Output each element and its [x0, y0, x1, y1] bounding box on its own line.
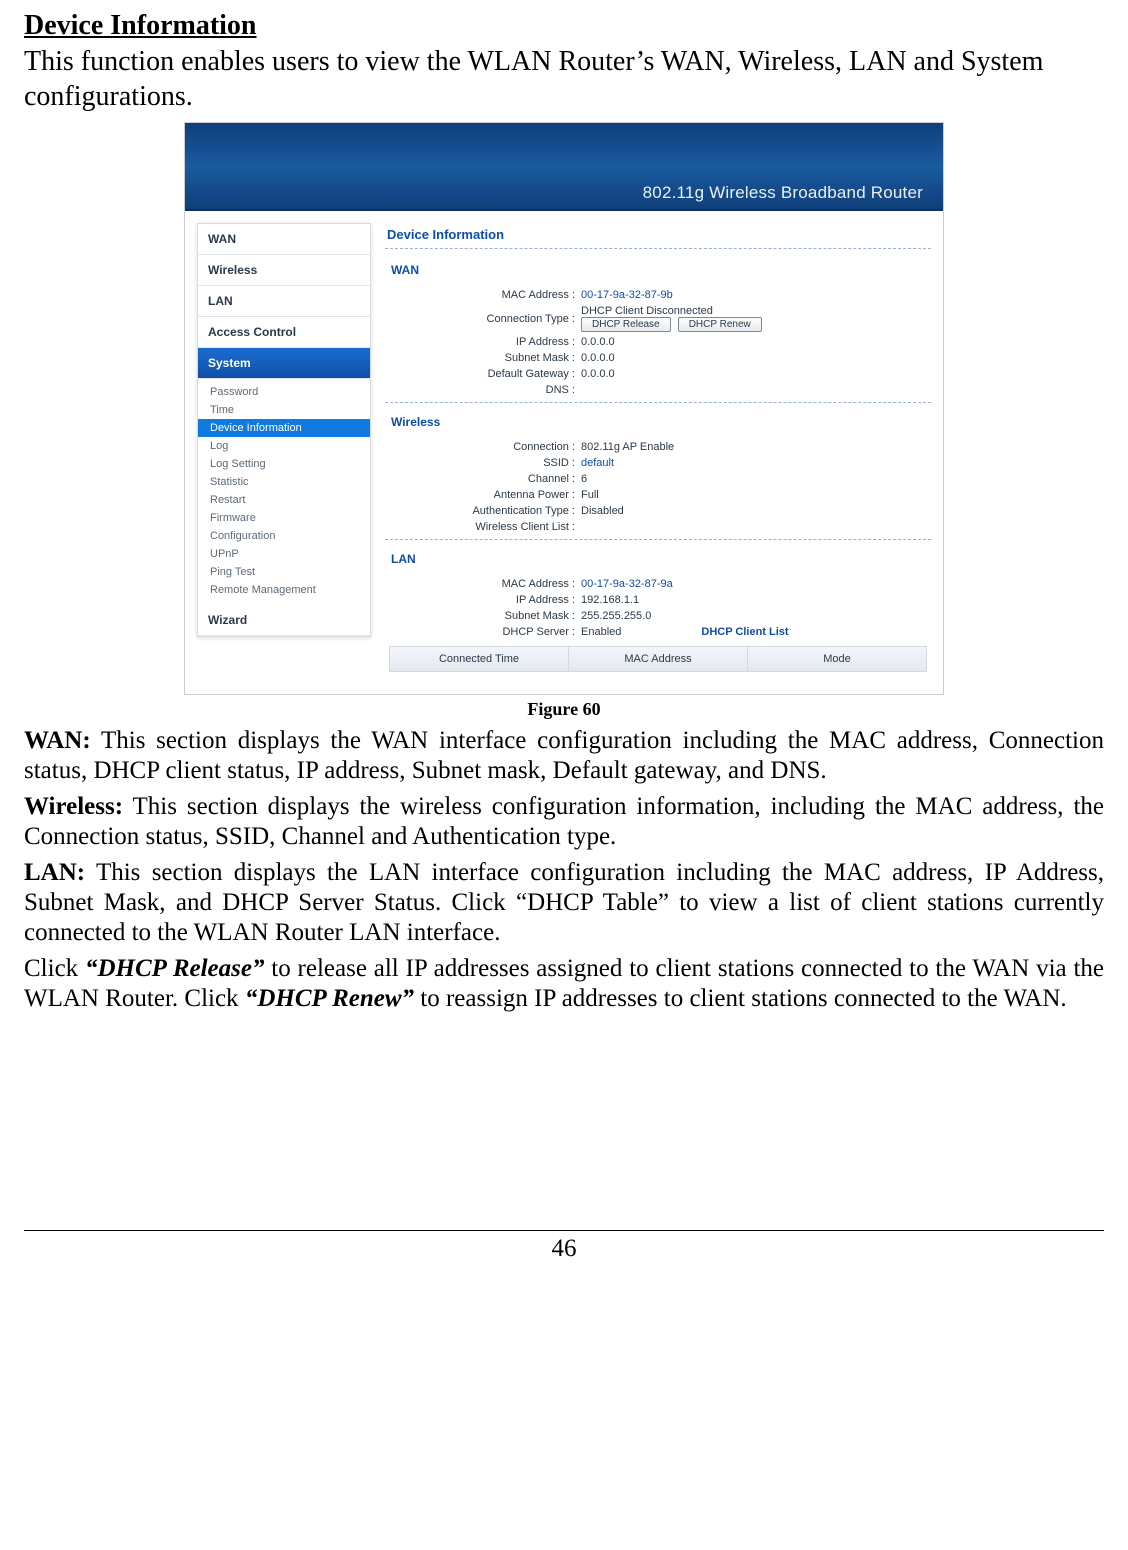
- figure-caption: Figure 60: [24, 699, 1104, 720]
- sub-password[interactable]: Password: [198, 383, 370, 401]
- wl-ant-value: Full: [581, 489, 599, 501]
- wan-ip-label: IP Address :: [385, 336, 581, 348]
- sub-ping-test[interactable]: Ping Test: [198, 563, 370, 581]
- client-table-head: Connected Time MAC Address Mode: [389, 646, 927, 672]
- sub-firmware[interactable]: Firmware: [198, 509, 370, 527]
- lan-mac-label: MAC Address :: [385, 578, 581, 590]
- lan-mask-value: 255.255.255.0: [581, 610, 651, 622]
- wireless-paragraph: Wireless: This section displays the wire…: [24, 792, 1104, 852]
- lan-dhcp-label: DHCP Server :: [385, 626, 581, 638]
- wl-chan-value: 6: [581, 473, 587, 485]
- wl-conn-label: Connection :: [385, 441, 581, 453]
- lan-ip-label: IP Address :: [385, 594, 581, 606]
- wl-ssid-value: default: [581, 457, 614, 469]
- sub-log-setting[interactable]: Log Setting: [198, 455, 370, 473]
- page-number: 46: [0, 1235, 1128, 1263]
- nav-wireless[interactable]: Wireless: [198, 255, 370, 286]
- wl-ssid-label: SSID :: [385, 457, 581, 469]
- banner: 802.11g Wireless Broadband Router: [185, 123, 943, 211]
- divider: [385, 539, 931, 540]
- section-wireless-title: Wireless: [389, 411, 931, 435]
- section-lan-title: LAN: [389, 548, 931, 572]
- wan-paragraph: WAN: This section displays the WAN inter…: [24, 726, 1104, 786]
- sub-statistic[interactable]: Statistic: [198, 473, 370, 491]
- lan-mac-value: 00-17-9a-32-87-9a: [581, 578, 673, 590]
- divider: [385, 402, 931, 403]
- content-title: Device Information: [385, 223, 931, 249]
- sub-upnp[interactable]: UPnP: [198, 545, 370, 563]
- banner-title: 802.11g Wireless Broadband Router: [643, 183, 923, 203]
- col-connected-time: Connected Time: [390, 647, 569, 671]
- section-heading: Device Information: [24, 10, 1104, 42]
- nav-system-sub: Password Time Device Information Log Log…: [198, 379, 370, 605]
- wl-auth-value: Disabled: [581, 505, 624, 517]
- col-mac-address: MAC Address: [569, 647, 748, 671]
- sub-configuration[interactable]: Configuration: [198, 527, 370, 545]
- sub-log[interactable]: Log: [198, 437, 370, 455]
- nav-access-control[interactable]: Access Control: [198, 317, 370, 348]
- wl-conn-value: 802.11g AP Enable: [581, 441, 674, 453]
- wan-mask-value: 0.0.0.0: [581, 352, 615, 364]
- nav-lan[interactable]: LAN: [198, 286, 370, 317]
- wl-clients-label: Wireless Client List :: [385, 521, 581, 533]
- wan-mac-label: MAC Address :: [385, 289, 581, 301]
- lan-mask-label: Subnet Mask :: [385, 610, 581, 622]
- footer-rule: [24, 1230, 1104, 1231]
- wl-auth-label: Authentication Type :: [385, 505, 581, 517]
- sub-restart[interactable]: Restart: [198, 491, 370, 509]
- col-mode: Mode: [748, 647, 926, 671]
- wan-conn-label: Connection Type :: [385, 313, 581, 325]
- dhcp-renew-button[interactable]: DHCP Renew: [678, 317, 762, 332]
- nav-wizard[interactable]: Wizard: [198, 605, 370, 636]
- wan-ip-value: 0.0.0.0: [581, 336, 615, 348]
- dhcp-release-button[interactable]: DHCP Release: [581, 317, 671, 332]
- sub-device-information[interactable]: Device Information: [198, 419, 370, 437]
- release-renew-paragraph: Click “DHCP Release” to release all IP a…: [24, 954, 1104, 1014]
- wan-gw-label: Default Gateway :: [385, 368, 581, 380]
- wl-chan-label: Channel :: [385, 473, 581, 485]
- wan-mask-label: Subnet Mask :: [385, 352, 581, 364]
- dhcp-client-list-link[interactable]: DHCP Client List: [701, 626, 788, 638]
- nav-wan[interactable]: WAN: [198, 224, 370, 255]
- section-wan-title: WAN: [389, 259, 931, 283]
- sub-time[interactable]: Time: [198, 401, 370, 419]
- wan-mac-value: 00-17-9a-32-87-9b: [581, 289, 673, 301]
- intro-text: This function enables users to view the …: [24, 44, 1104, 114]
- sidebar: WAN Wireless LAN Access Control System P…: [197, 223, 371, 637]
- router-ui-screenshot: 802.11g Wireless Broadband Router WAN Wi…: [184, 122, 944, 695]
- section-wan: WAN MAC Address :00-17-9a-32-87-9b Conne…: [385, 259, 931, 403]
- wan-conn-block: DHCP Client Disconnected DHCP Release DH…: [581, 305, 766, 332]
- lan-paragraph: LAN: This section displays the LAN inter…: [24, 858, 1104, 948]
- lan-ip-value: 192.168.1.1: [581, 594, 639, 606]
- wl-ant-label: Antenna Power :: [385, 489, 581, 501]
- content-panel: Device Information WAN MAC Address :00-1…: [385, 223, 931, 680]
- wan-gw-value: 0.0.0.0: [581, 368, 615, 380]
- section-wireless: Wireless Connection :802.11g AP Enable S…: [385, 411, 931, 540]
- wan-dns-label: DNS :: [385, 384, 581, 396]
- nav-system[interactable]: System: [198, 348, 370, 379]
- sub-remote-management[interactable]: Remote Management: [198, 581, 370, 599]
- figure-wrapper: 802.11g Wireless Broadband Router WAN Wi…: [24, 122, 1104, 720]
- lan-dhcp-value: Enabled: [581, 626, 621, 638]
- section-lan: LAN MAC Address :00-17-9a-32-87-9a IP Ad…: [385, 548, 931, 672]
